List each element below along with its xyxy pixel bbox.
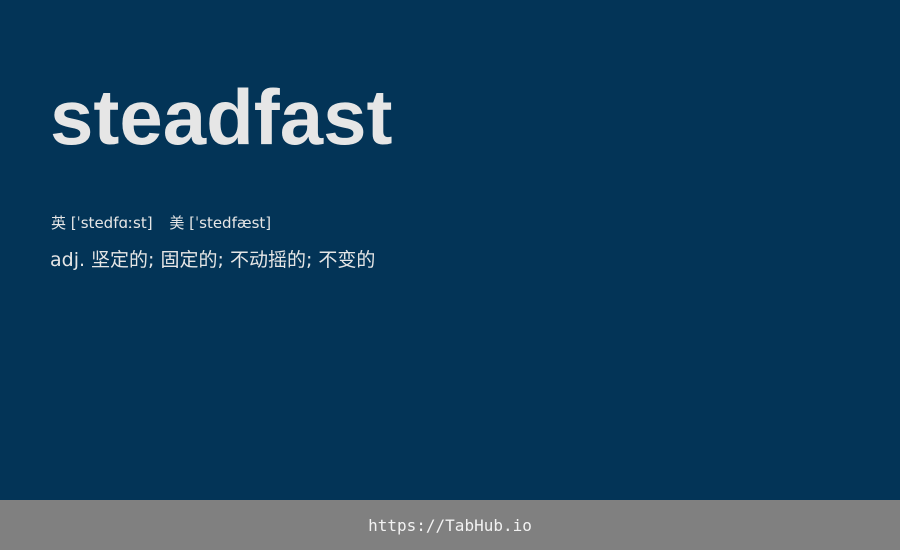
phonetic-us: 美 [ˈstedfæst] [169,214,272,232]
headword: steadfast [50,73,393,161]
tabhub-link[interactable]: https://TabHub.io [368,516,532,535]
word-card: steadfast 英 [ˈstedfɑːst] 美 [ˈstedfæst] a… [0,0,900,550]
definition: adj. 坚定的; 固定的; 不动摇的; 不变的 [50,249,376,271]
footer-bar: https://TabHub.io [0,500,900,550]
phonetic-uk: 英 [ˈstedfɑːst] [51,214,153,232]
phonetics: 英 [ˈstedfɑːst] 美 [ˈstedfæst] [51,212,271,234]
